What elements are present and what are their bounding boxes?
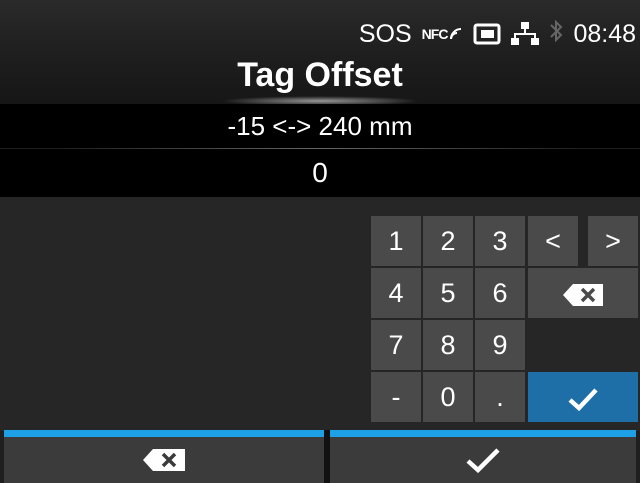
backspace-key[interactable] bbox=[528, 268, 638, 318]
confirm-check-icon bbox=[466, 448, 500, 473]
key-8[interactable]: 8 bbox=[423, 320, 473, 370]
sd-card-icon bbox=[473, 22, 501, 46]
key-minus[interactable]: - bbox=[371, 372, 421, 422]
key-9[interactable]: 9 bbox=[475, 320, 525, 370]
cursor-right-key[interactable]: > bbox=[588, 216, 638, 266]
range-label: -15 <-> 240 mm bbox=[0, 104, 640, 148]
key-5[interactable]: 5 bbox=[423, 268, 473, 318]
value-field[interactable]: 0 bbox=[0, 149, 640, 197]
key-4[interactable]: 4 bbox=[371, 268, 421, 318]
key-1[interactable]: 1 bbox=[371, 216, 421, 266]
key-2[interactable]: 2 bbox=[423, 216, 473, 266]
nfc-label: NFC bbox=[421, 26, 449, 42]
enter-key[interactable] bbox=[528, 372, 638, 422]
confirm-button[interactable] bbox=[330, 437, 636, 483]
back-button[interactable] bbox=[4, 437, 324, 483]
screen: SOS NFC 08:48 Tag Offset -15 <-> 240 mm … bbox=[0, 0, 640, 483]
network-icon bbox=[511, 21, 540, 47]
backspace-icon bbox=[563, 283, 603, 306]
back-delete-icon bbox=[143, 449, 185, 471]
sos-indicator: SOS bbox=[358, 19, 412, 48]
bluetooth-icon bbox=[549, 19, 563, 50]
bottom-accent-right bbox=[330, 430, 636, 437]
key-6[interactable]: 6 bbox=[475, 268, 525, 318]
key-3[interactable]: 3 bbox=[475, 216, 525, 266]
page-title: Tag Offset bbox=[237, 56, 403, 94]
enter-check-icon bbox=[568, 388, 598, 411]
nfc-icon: NFC bbox=[422, 26, 464, 42]
cursor-left-key[interactable]: < bbox=[528, 216, 578, 266]
status-bar: SOS NFC 08:48 bbox=[359, 14, 636, 54]
key-0[interactable]: 0 bbox=[423, 372, 473, 422]
key-7[interactable]: 7 bbox=[371, 320, 421, 370]
clock: 08:48 bbox=[573, 19, 636, 48]
header: SOS NFC 08:48 Tag Offset bbox=[0, 0, 640, 106]
bottom-accent-left bbox=[4, 430, 324, 437]
key-decimal[interactable]: . bbox=[475, 372, 525, 422]
